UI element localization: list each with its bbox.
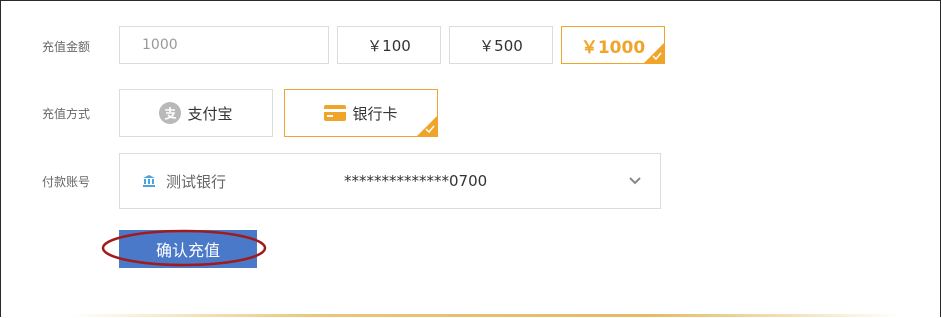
method-option-alipay[interactable]: 支付宝 xyxy=(119,89,273,137)
amount-input-value: 1000 xyxy=(142,37,178,53)
bank-card-icon xyxy=(324,105,347,121)
alipay-icon xyxy=(159,102,182,124)
method-label: 充值方式 xyxy=(42,107,91,121)
amount-option-label: ￥100 xyxy=(367,36,411,55)
card-number: **************0700 xyxy=(344,172,488,190)
amount-option-label: ￥1000 xyxy=(580,37,646,58)
chevron-down-icon[interactable] xyxy=(628,174,642,188)
amount-option-1000[interactable]: ￥1000 xyxy=(561,26,665,64)
bottom-divider xyxy=(70,314,900,317)
amount-input[interactable]: 1000 xyxy=(119,26,329,64)
bank-icon xyxy=(143,175,155,187)
method-option-label: 支付宝 xyxy=(187,104,233,123)
account-label: 付款账号 xyxy=(42,175,91,189)
amount-option-label: ￥500 xyxy=(479,36,523,55)
account-select[interactable]: 测试银行 **************0700 xyxy=(119,153,661,209)
check-icon xyxy=(652,52,662,61)
amount-label: 充值金额 xyxy=(42,40,91,54)
amount-option-100[interactable]: ￥100 xyxy=(337,26,441,64)
check-icon xyxy=(425,125,435,134)
method-option-label: 银行卡 xyxy=(352,104,398,123)
confirm-recharge-button[interactable]: 确认充值 xyxy=(119,230,257,268)
method-option-bank-card[interactable]: 银行卡 xyxy=(284,89,438,137)
amount-option-500[interactable]: ￥500 xyxy=(449,26,553,64)
bank-name: 测试银行 xyxy=(166,172,227,191)
